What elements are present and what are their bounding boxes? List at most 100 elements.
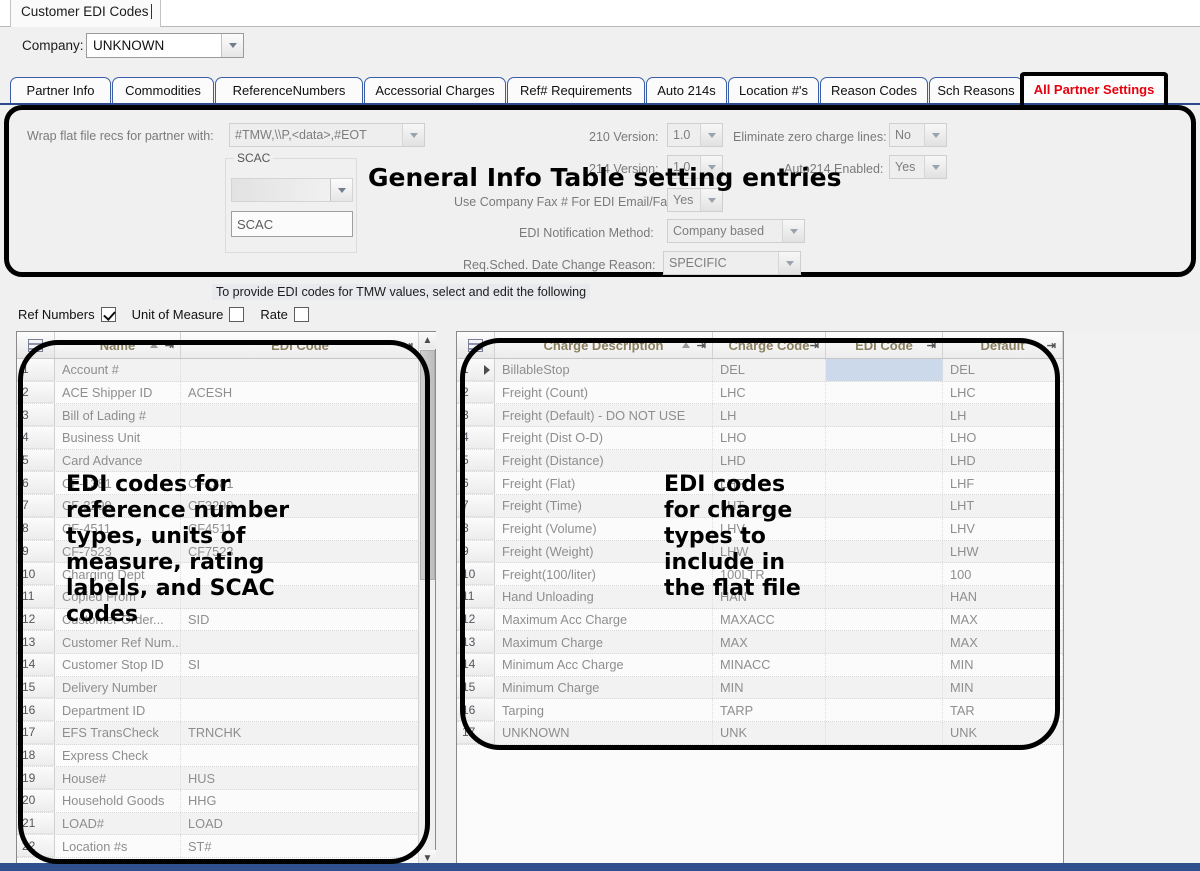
cell-charge-description[interactable]: Maximum Charge — [495, 631, 713, 653]
tab-location-s[interactable]: Location #'s — [728, 77, 819, 103]
cell-edi-code[interactable] — [826, 608, 943, 631]
row-number[interactable]: 11 — [457, 585, 495, 608]
cell-charge-description[interactable]: Tarping — [495, 699, 713, 721]
cell-charge-code[interactable]: LHO — [713, 427, 826, 449]
tab-sch-reasons[interactable]: Sch Reasons — [929, 77, 1023, 103]
scac-combobox[interactable] — [231, 178, 353, 202]
row-number[interactable]: 3 — [17, 404, 55, 427]
cell-name[interactable]: Department ID — [55, 699, 181, 721]
row-number[interactable]: 6 — [457, 472, 495, 495]
cell-name[interactable]: Card Advance — [55, 449, 181, 472]
charge-type-grid-body[interactable]: 1 BillableStop DEL DEL 2 Freight (Count) LHC LH… — [457, 359, 1063, 868]
cell-edi-code[interactable]: LOAD — [181, 812, 420, 835]
table-row[interactable]: 4 Business Unit — [17, 427, 435, 450]
cell-default[interactable]: LHC — [943, 381, 1063, 404]
tab-partner-info[interactable]: Partner Info — [10, 77, 111, 103]
cell-charge-description[interactable]: BillableStop — [495, 359, 713, 381]
row-number[interactable]: 10 — [457, 563, 495, 585]
cell-default[interactable]: MIN — [943, 653, 1063, 676]
cell-charge-code[interactable]: TARP — [713, 699, 826, 721]
field-auto214-dropdown-button[interactable] — [924, 156, 946, 178]
table-row[interactable]: 19 House# HUS — [17, 767, 435, 791]
cell-name[interactable]: Business Unit — [55, 427, 181, 449]
row-number[interactable]: 13 — [457, 631, 495, 653]
cell-edi-code[interactable] — [181, 404, 420, 427]
table-row[interactable]: 5 Freight (Distance) LHD LHD — [457, 449, 1063, 473]
row-number[interactable]: 2 — [17, 381, 55, 404]
scac-dropdown-button[interactable] — [330, 179, 352, 201]
cell-edi-code[interactable] — [181, 427, 420, 449]
cell-edi-code[interactable] — [826, 563, 943, 585]
row-number[interactable]: 13 — [17, 631, 55, 653]
cell-charge-description[interactable]: Freight (Dist O-D) — [495, 427, 713, 449]
tab-auto-214s[interactable]: Auto 214s — [646, 77, 727, 103]
cell-default[interactable]: UNK — [943, 722, 1063, 744]
column-header-edi-code[interactable]: EDI Code ⇥ — [826, 332, 943, 358]
field-auto214-enabled[interactable]: Yes — [889, 155, 947, 179]
field-req-sched-dropdown-button[interactable] — [778, 252, 800, 274]
cell-edi-code[interactable]: SI — [181, 653, 420, 676]
table-row[interactable]: 17 UNKNOWN UNK UNK — [457, 722, 1063, 745]
field-req-sched-date-change-reason[interactable]: SPECIFIC — [663, 251, 801, 275]
cell-name[interactable]: Customer Ref Num... — [55, 631, 181, 653]
tab-accessorial-charges[interactable]: Accessorial Charges — [364, 77, 506, 103]
table-row[interactable]: 4 Freight (Dist O-D) LHO LHO — [457, 427, 1063, 450]
cell-edi-code[interactable] — [181, 449, 420, 472]
scroll-up-icon[interactable]: ▲ — [419, 332, 436, 349]
cell-charge-code[interactable]: MAXACC — [713, 608, 826, 631]
tab-ref-requirements[interactable]: Ref# Requirements — [507, 77, 645, 103]
cell-edi-code[interactable] — [181, 699, 420, 721]
cell-edi-code[interactable]: HUS — [181, 767, 420, 790]
cell-charge-code[interactable]: DEL — [713, 359, 826, 381]
table-row[interactable]: 1 BillableStop DEL DEL — [457, 359, 1063, 382]
cell-charge-code[interactable]: LHC — [713, 381, 826, 404]
row-number[interactable]: 15 — [457, 676, 495, 699]
cell-edi-code[interactable]: TRNCHK — [181, 722, 420, 744]
cell-name[interactable]: ACE Shipper ID — [55, 381, 181, 404]
field-edi-notification-method[interactable]: Company based — [667, 219, 805, 243]
cell-name[interactable]: House# — [55, 767, 181, 790]
table-row[interactable]: 12 Maximum Acc Charge MAXACC MAX — [457, 608, 1063, 632]
cell-edi-code[interactable] — [826, 653, 943, 676]
row-number[interactable]: 8 — [17, 517, 55, 540]
table-row[interactable]: 14 Minimum Acc Charge MINACC MIN — [457, 653, 1063, 677]
cell-name[interactable]: EFS TransCheck — [55, 722, 181, 744]
cell-default[interactable]: LHV — [943, 517, 1063, 540]
cell-edi-code[interactable] — [826, 540, 943, 563]
cell-edi-code[interactable] — [826, 472, 943, 495]
table-row[interactable]: 5 Card Advance — [17, 449, 435, 473]
cell-charge-code[interactable]: MINACC — [713, 653, 826, 676]
table-row[interactable]: 13 Maximum Charge MAX MAX — [457, 631, 1063, 654]
table-row[interactable]: 3 Freight (Default) - DO NOT USE LH LH — [457, 404, 1063, 428]
pin-column-icon[interactable]: ⇥ — [810, 339, 819, 352]
cell-edi-code[interactable] — [826, 449, 943, 472]
cell-edi-code[interactable] — [181, 631, 420, 653]
table-row[interactable]: 13 Customer Ref Num... — [17, 631, 435, 654]
wrap-flat-file-dropdown-button[interactable] — [402, 124, 424, 146]
row-number[interactable]: 17 — [17, 722, 55, 744]
cell-default[interactable]: LHF — [943, 472, 1063, 495]
row-number[interactable]: 10 — [17, 563, 55, 585]
cell-default[interactable]: TAR — [943, 699, 1063, 721]
document-tab-customer-edi-codes[interactable]: Customer EDI Codes — [10, 0, 161, 27]
cell-charge-description[interactable]: Minimum Charge — [495, 676, 713, 699]
cell-edi-code[interactable]: HHG — [181, 790, 420, 812]
row-number[interactable]: 3 — [457, 404, 495, 427]
scac-text-input[interactable]: SCAC — [231, 211, 353, 237]
field-210-version[interactable]: 1.0 — [667, 123, 723, 147]
row-number[interactable]: 12 — [17, 608, 55, 631]
column-header-charge-description[interactable]: Charge Description ⇥ — [495, 332, 713, 358]
cell-name[interactable]: Delivery Number — [55, 676, 181, 699]
row-number[interactable]: 1 — [457, 359, 495, 381]
cell-default[interactable]: MAX — [943, 631, 1063, 653]
cell-name[interactable]: Customer Stop ID — [55, 653, 181, 676]
table-row[interactable]: 3 Bill of Lading # — [17, 404, 435, 428]
row-number[interactable]: 14 — [17, 653, 55, 676]
company-dropdown-button[interactable] — [221, 34, 243, 57]
table-row[interactable]: 20 Household Goods HHG — [17, 790, 435, 813]
row-number[interactable]: 17 — [457, 722, 495, 744]
row-number[interactable]: 22 — [17, 835, 55, 858]
row-number[interactable]: 15 — [17, 676, 55, 699]
cell-name[interactable]: Household Goods — [55, 790, 181, 812]
table-row[interactable]: 16 Tarping TARP TAR — [457, 699, 1063, 722]
